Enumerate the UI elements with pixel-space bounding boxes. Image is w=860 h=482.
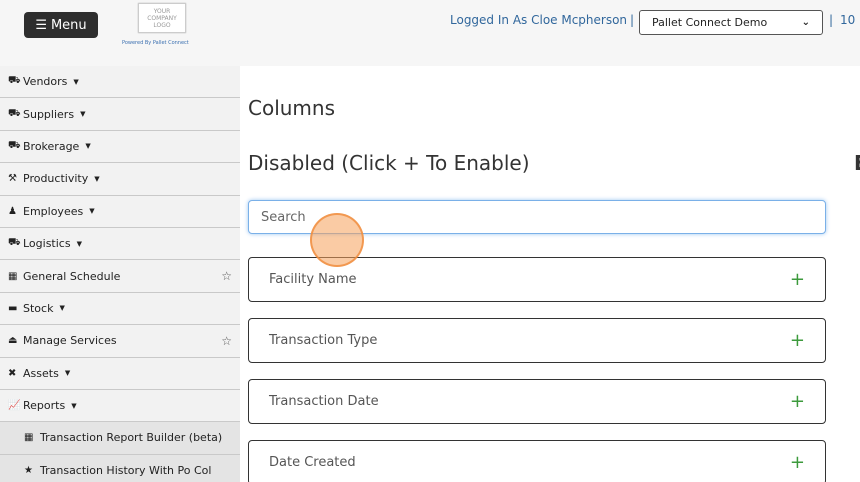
sidebar-item-label: Manage Services — [23, 334, 117, 348]
chart-line-icon: 📈 — [8, 400, 21, 412]
sidebar-item-label: Reports — [23, 399, 66, 413]
top-header: ☰ Menu YOUR COMPANY LOGO Powered By Pall… — [0, 0, 860, 66]
caret-down-icon: ▼ — [89, 207, 95, 216]
sidebar-item-label: Vendors — [23, 75, 68, 89]
search-input[interactable] — [261, 209, 813, 225]
menu-button[interactable]: ☰ Menu — [24, 12, 98, 38]
truck-loading-icon: ⛟ — [8, 107, 21, 119]
plus-icon[interactable]: + — [790, 391, 805, 412]
enabled-columns-heading: E — [854, 151, 860, 175]
caret-down-icon: ▼ — [59, 304, 65, 313]
menu-label: Menu — [50, 17, 87, 33]
caret-down-icon: ▼ — [73, 77, 79, 86]
caret-down-icon: ▼ — [94, 174, 100, 183]
header-separator: | — [630, 13, 635, 27]
sidebar-item-label: Stock — [23, 301, 54, 315]
eject-icon: ⏏ — [8, 335, 18, 347]
caret-down-icon: ▼ — [71, 401, 77, 410]
sidebar-item-assets[interactable]: ✖ Assets ▼ — [0, 358, 240, 390]
sidebar-item-vendors[interactable]: ⛟ Vendors ▼ — [0, 66, 240, 99]
sidebar-item-productivity[interactable]: ⚒ Productivity ▼ — [0, 163, 240, 196]
column-item-transaction-type[interactable]: Transaction Type + — [248, 318, 826, 363]
person-icon: ♟ — [8, 205, 17, 217]
sidebar-item-suppliers[interactable]: ⛟ Suppliers ▼ — [0, 98, 240, 131]
sidebar-item-manage-services[interactable]: ⏏ Manage Services ☆ — [0, 325, 240, 358]
sidebar-subitem-label: Transaction Report Builder (beta) — [40, 431, 223, 445]
main-content: Columns Disabled (Click + To Enable) E F… — [240, 66, 860, 482]
hamburger-icon: ☰ — [35, 17, 47, 33]
page-title: Columns — [248, 96, 336, 120]
header-separator-2: | — [829, 13, 834, 27]
plus-icon[interactable]: + — [790, 269, 805, 290]
sidebar: ⛟ Vendors ▼ ⛟ Suppliers ▼ ⛟ Brokerage ▼ … — [0, 66, 240, 482]
pallet-icon: ▬ — [8, 302, 18, 314]
truck-icon: ⛟ — [8, 75, 21, 87]
sidebar-subitem-label: Transaction History With Po Col — [40, 463, 212, 477]
shipping-icon: ⛟ — [8, 139, 21, 151]
sidebar-item-label: Suppliers — [23, 107, 75, 121]
truck-icon: ⛟ — [8, 237, 21, 249]
company-select[interactable]: Pallet Connect Demo ⌄ — [639, 10, 823, 35]
hammer-icon: ⚒ — [8, 173, 17, 185]
column-item-date-created[interactable]: Date Created + — [248, 440, 826, 482]
sidebar-item-label: Productivity — [23, 172, 89, 186]
search-field[interactable] — [248, 200, 826, 234]
plus-icon[interactable]: + — [790, 330, 805, 351]
sidebar-item-label: General Schedule — [23, 269, 121, 283]
column-item-label: Facility Name — [269, 272, 357, 287]
sidebar-subitem-transaction-history[interactable]: ★ Transaction History With Po Col — [0, 454, 240, 482]
plus-icon[interactable]: + — [790, 452, 805, 473]
column-item-label: Date Created — [269, 455, 356, 470]
sidebar-item-reports[interactable]: 📈 Reports ▼ — [0, 390, 240, 423]
sidebar-item-label: Brokerage — [23, 139, 80, 153]
caret-down-icon: ▼ — [64, 369, 71, 378]
caret-down-icon: ▼ — [80, 110, 86, 119]
sidebar-subitem-transaction-report-builder[interactable]: ▦ Transaction Report Builder (beta) — [0, 422, 240, 455]
column-item-label: Transaction Date — [269, 394, 379, 409]
tools-icon: ✖ — [8, 367, 17, 379]
caret-down-icon: ▼ — [76, 239, 82, 248]
sidebar-item-logistics[interactable]: ⛟ Logistics ▼ — [0, 228, 240, 261]
chevron-down-icon: ⌄ — [801, 17, 810, 28]
company-select-value: Pallet Connect Demo — [652, 16, 768, 29]
favorite-star-icon[interactable]: ☆ — [221, 334, 232, 348]
logged-in-user-link[interactable]: Logged In As Cloe Mcpherson — [450, 13, 627, 27]
sidebar-item-label: Assets — [23, 366, 59, 380]
sidebar-item-label: Logistics — [23, 237, 71, 251]
sidebar-item-label: Employees — [23, 204, 84, 218]
sidebar-item-general-schedule[interactable]: ▦ General Schedule ☆ — [0, 260, 240, 293]
sidebar-item-stock[interactable]: ▬ Stock ▼ — [0, 293, 240, 326]
header-right-text[interactable]: 10 — [840, 13, 855, 27]
favorite-star-icon[interactable]: ☆ — [221, 269, 232, 283]
table-icon: ▦ — [24, 432, 34, 444]
sidebar-item-brokerage[interactable]: ⛟ Brokerage ▼ — [0, 131, 240, 164]
logo-text: YOUR COMPANY LOGO — [147, 7, 177, 29]
column-item-facility-name[interactable]: Facility Name + — [248, 257, 826, 302]
caret-down-icon: ▼ — [85, 142, 91, 151]
powered-by-text: Powered By Pallet Connect — [122, 40, 189, 46]
disabled-columns-heading: Disabled (Click + To Enable) — [248, 151, 530, 175]
calendar-icon: ▦ — [8, 270, 18, 282]
company-logo[interactable]: YOUR COMPANY LOGO — [138, 3, 186, 33]
sidebar-item-employees[interactable]: ♟ Employees ▼ — [0, 196, 240, 228]
column-item-transaction-date[interactable]: Transaction Date + — [248, 379, 826, 424]
star-icon: ★ — [24, 464, 33, 476]
column-item-label: Transaction Type — [269, 333, 378, 348]
